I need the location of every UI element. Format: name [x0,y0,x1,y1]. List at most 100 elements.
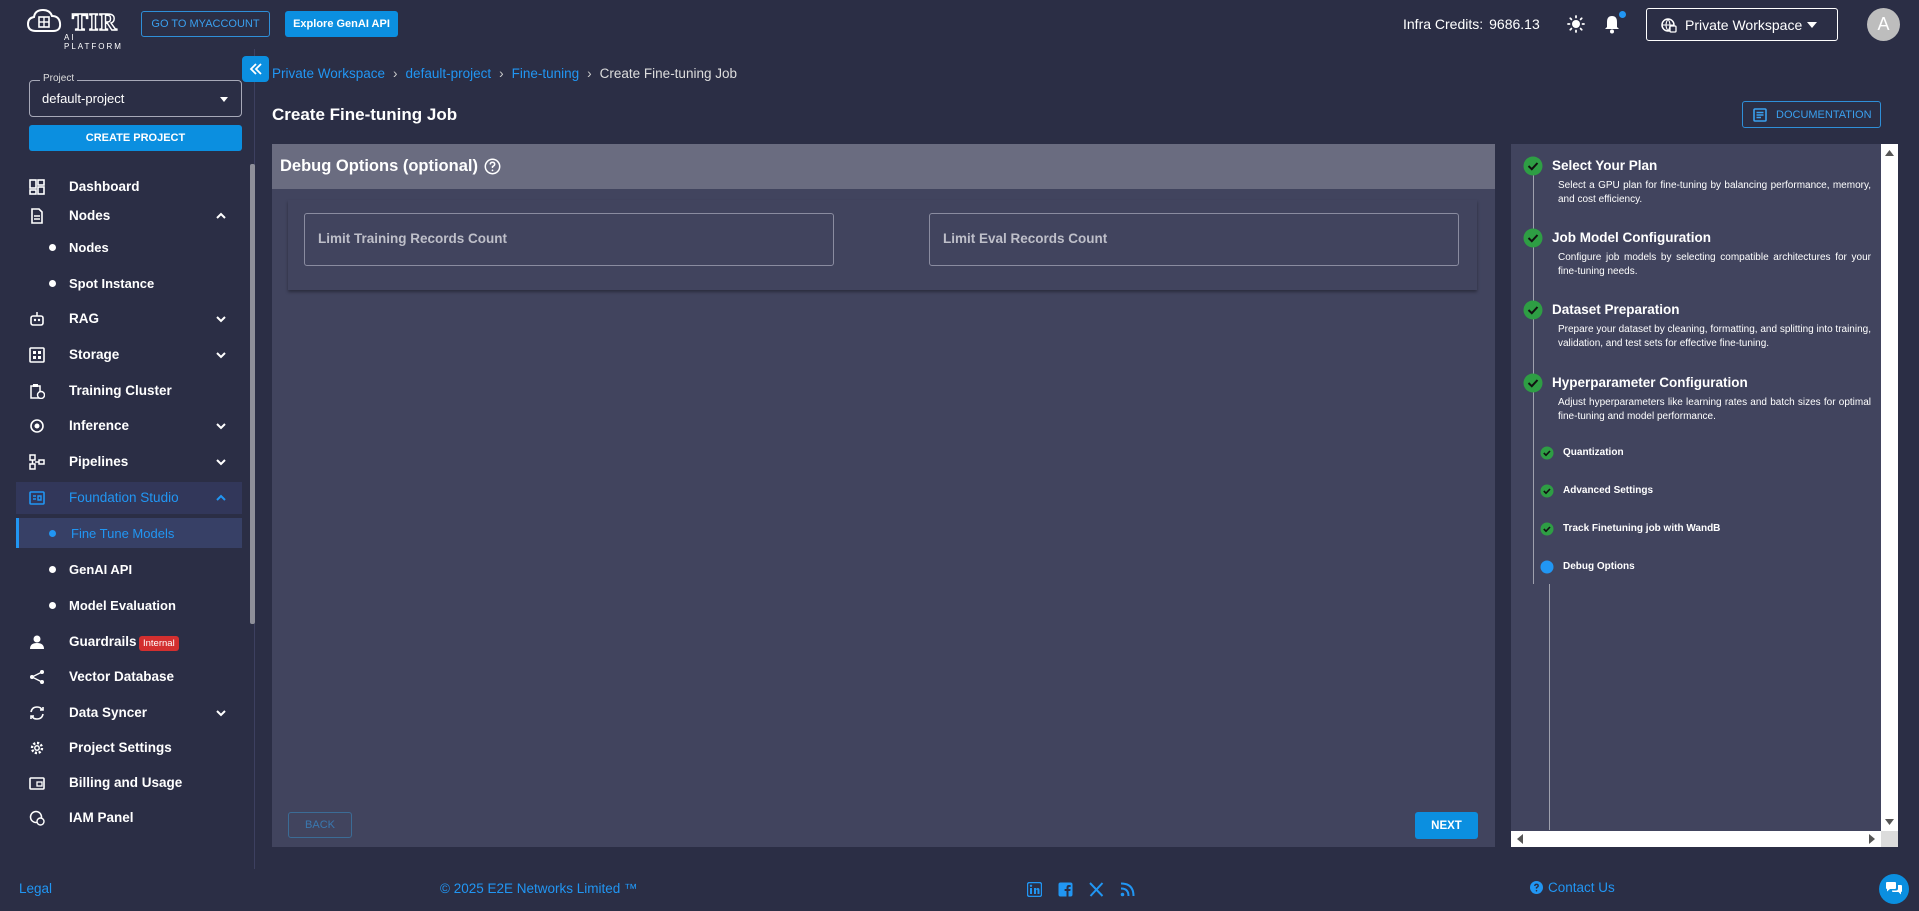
sidebar-item-storage[interactable]: Storage [16,339,242,371]
section-title: Debug Options (optional) [280,157,478,175]
sidebar-item-vector-database[interactable]: Vector Database [16,661,242,693]
caret-down-icon [1807,22,1817,28]
substep-label: Debug Options [1563,561,1635,572]
bullet-icon [49,530,56,537]
sidebar-scrollbar[interactable] [250,164,255,624]
contact-us-link[interactable]: Contact Us [1530,880,1615,895]
sidebar-item-nodes-sub[interactable]: Nodes [16,232,242,262]
bullet-icon [49,566,56,573]
sidebar-item-spot-instance[interactable]: Spot Instance [16,268,242,298]
sidebar-item-inference[interactable]: Inference [16,410,242,442]
sidebar-item-foundation-studio[interactable]: Foundation Studio [16,482,242,514]
breadcrumb-fine-tuning[interactable]: Fine-tuning [512,66,580,81]
project-select[interactable]: Project default-project [29,73,242,117]
x-twitter-icon[interactable] [1089,882,1104,897]
document-list-icon [1753,107,1767,122]
check-circle-small-icon [1540,484,1554,498]
scrollbar-corner [1881,831,1898,847]
page-title: Create Fine-tuning Job [272,105,458,124]
sidebar-item-genai-api[interactable]: GenAI API [16,554,242,584]
breadcrumb-default-project[interactable]: default-project [406,66,492,81]
sidebar-item-pipelines[interactable]: Pipelines [16,446,242,478]
help-circle-icon [1530,881,1543,894]
chat-support-button[interactable] [1879,874,1909,904]
substep-quantization[interactable]: Quantization [1511,444,1881,462]
active-step-dot-icon [1540,560,1554,574]
tir-logo[interactable]: TIR AI PLATFORM [26,7,121,51]
sidebar-item-rag[interactable]: RAG [16,303,242,335]
user-shield-icon [30,635,44,649]
back-button[interactable]: BACK [288,812,352,838]
explore-genai-api-button[interactable]: Explore GenAI API [285,11,398,37]
sidebar-item-billing-usage[interactable]: Billing and Usage [16,767,242,799]
sidebar-item-model-evaluation[interactable]: Model Evaluation [16,590,242,620]
sidebar-item-nodes[interactable]: Nodes [16,200,242,232]
linkedin-icon[interactable] [1027,882,1042,897]
limit-eval-records-input[interactable]: Limit Eval Records Count [929,213,1459,266]
sidebar-item-label: Project Settings [69,740,172,755]
steps-list: Select Your Plan Select a GPU plan for f… [1511,144,1881,831]
sidebar-item-guardrails[interactable]: Guardrails Internal [16,626,242,658]
step-title: Job Model Configuration [1552,230,1711,245]
substep-label: Track Finetuning job with WandB [1563,523,1721,534]
check-circle-icon [1523,373,1543,393]
project-select-label: Project [40,73,78,84]
sidebar-item-project-settings[interactable]: Project Settings [16,732,242,764]
credits-value: 9686.13 [1489,16,1540,32]
workspace-label: Private Workspace [1685,16,1803,33]
chevron-down-icon [216,710,226,717]
input-placeholder: Limit Eval Records Count [943,231,1108,246]
breadcrumb-private-workspace[interactable]: Private Workspace [272,66,385,81]
scroll-down-arrow-icon [1885,819,1894,825]
chevron-down-icon [216,459,226,466]
sidebar-item-training-cluster[interactable]: Training Cluster [16,375,242,407]
copyright-text: © 2025 E2E Networks Limited ™ [440,881,638,896]
sidebar-item-label: Guardrails [69,634,137,649]
substep-advanced-settings[interactable]: Advanced Settings [1511,482,1881,500]
limit-training-records-input[interactable]: Limit Training Records Count [304,213,834,266]
next-button[interactable]: NEXT [1415,812,1478,839]
sidebar-item-label: Pipelines [69,454,129,469]
steps-horizontal-scrollbar[interactable] [1511,831,1881,847]
chevron-up-icon [216,494,226,501]
chevron-down-icon [216,316,226,323]
bullet-icon [49,244,56,251]
legal-link[interactable]: Legal [19,881,52,896]
rss-icon[interactable] [1120,882,1135,897]
workspace-selector[interactable]: Private Workspace [1646,8,1838,41]
documentation-button[interactable]: DOCUMENTATION [1742,101,1881,128]
go-to-myaccount-button[interactable]: GO TO MYACCOUNT [141,11,270,37]
sidebar-item-label: Billing and Usage [69,775,183,790]
top-bar: TIR AI PLATFORM GO TO MYACCOUNT Explore … [0,0,1919,51]
sidebar-item-label: Training Cluster [69,383,172,398]
steps-vertical-scrollbar[interactable] [1881,144,1898,831]
internal-badge: Internal [139,636,179,651]
sidebar-item-label: GenAI API [69,562,133,577]
dashboard-icon [29,179,45,195]
sidebar-item-dashboard[interactable]: Dashboard [16,171,242,203]
notifications-bell-icon[interactable] [1603,14,1621,34]
theme-toggle-sun-icon[interactable] [1567,15,1585,33]
step-description: Select a GPU plan for fine-tuning by bal… [1558,180,1871,205]
sidebar-item-iam-panel[interactable]: IAM Panel [16,802,242,834]
collapse-sidebar-button[interactable] [242,56,269,82]
chevron-down-icon [216,352,226,359]
cloud-logo-icon [26,8,62,32]
breadcrumb-separator: › [499,66,504,81]
facebook-icon[interactable] [1058,882,1073,897]
notification-dot [1619,11,1626,18]
sidebar-nav: Dashboard Nodes Nodes Spot Instance RAG … [16,164,242,874]
iam-icon [29,810,45,826]
step-description: Prepare your dataset by cleaning, format… [1558,324,1871,349]
help-circle-icon[interactable] [484,158,501,175]
sidebar-item-fine-tune-models[interactable]: Fine Tune Models [16,518,242,548]
substep-track-wandb[interactable]: Track Finetuning job with WandB [1511,520,1881,538]
sidebar-item-label: Nodes [69,240,109,255]
create-project-button[interactable]: CREATE PROJECT [29,125,242,151]
project-select-value: default-project [42,91,125,106]
substep-debug-options[interactable]: Debug Options [1511,558,1881,576]
sidebar-item-data-syncer[interactable]: Data Syncer [16,697,242,729]
user-avatar[interactable]: A [1867,8,1900,41]
step-title: Select Your Plan [1552,158,1658,173]
check-circle-small-icon [1540,522,1554,536]
